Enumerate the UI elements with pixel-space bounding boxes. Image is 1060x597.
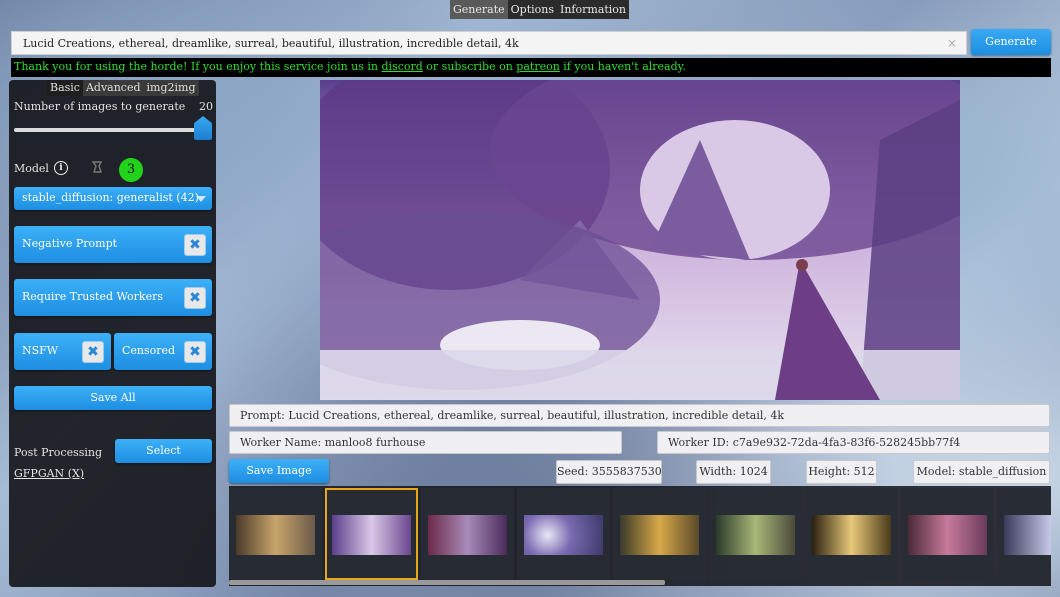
detail-prompt: Prompt: Lucid Creations, ethereal, dream… bbox=[229, 404, 1050, 427]
num-images-value: 20 bbox=[199, 100, 213, 113]
prompt-input[interactable]: Lucid Creations, ethereal, dreamlike, su… bbox=[11, 31, 967, 55]
tab-advanced[interactable]: Advanced bbox=[83, 80, 144, 96]
negative-prompt-box[interactable]: Negative Prompt ✖ bbox=[14, 226, 212, 263]
negative-prompt-label: Negative Prompt bbox=[22, 237, 118, 250]
generate-button[interactable]: Generate bbox=[971, 29, 1051, 55]
negative-prompt-toggle-icon[interactable]: ✖ bbox=[184, 234, 206, 256]
require-trusted-workers-box[interactable]: Require Trusted Workers ✖ bbox=[14, 279, 212, 316]
gallery-thumbnail-selected[interactable] bbox=[325, 488, 418, 580]
notice-text-2: or subscribe on bbox=[422, 60, 517, 73]
gallery-thumbnail[interactable] bbox=[613, 488, 706, 580]
settings-tab-bar: Basic Advanced img2img bbox=[47, 80, 199, 96]
top-tab-bar: Generate Options Information bbox=[450, 0, 630, 19]
gallery-thumbnail[interactable] bbox=[997, 488, 1051, 580]
detail-worker-id: Worker ID: c7a9e932-72da-4fa3-83f6-52824… bbox=[657, 431, 1050, 454]
tab-options[interactable]: Options bbox=[508, 0, 557, 19]
gallery-thumbnail[interactable] bbox=[421, 488, 514, 580]
require-trusted-toggle-icon[interactable]: ✖ bbox=[184, 287, 206, 309]
num-images-label: Number of images to generate bbox=[14, 100, 186, 113]
model-select-value: stable_diffusion: generalist (42) bbox=[22, 191, 199, 204]
detail-width: Width: 1024 bbox=[696, 460, 771, 484]
gallery-scrollbar[interactable] bbox=[229, 580, 665, 585]
gallery-thumbnail[interactable] bbox=[709, 488, 802, 580]
gallery-thumbnail[interactable] bbox=[805, 488, 898, 580]
info-icon[interactable]: i bbox=[54, 161, 68, 175]
detail-height: Height: 512 bbox=[806, 460, 877, 484]
model-status-icon bbox=[90, 160, 104, 174]
num-images-slider-track[interactable] bbox=[14, 128, 206, 132]
notice-banner: Thank you for using the horde! If you en… bbox=[11, 58, 1051, 77]
post-processing-label: Post Processing bbox=[14, 446, 103, 459]
gfpgan-link[interactable]: GFPGAN (X) bbox=[14, 467, 84, 480]
post-processing-select-button[interactable]: Select bbox=[115, 439, 212, 463]
model-select[interactable]: stable_diffusion: generalist (42) bbox=[14, 187, 212, 210]
censored-box[interactable]: Censored ✖ bbox=[114, 333, 212, 370]
gallery-thumbnail[interactable] bbox=[901, 488, 994, 580]
save-all-button[interactable]: Save All bbox=[14, 386, 212, 410]
detail-seed: Seed: 3555837530 bbox=[556, 460, 662, 484]
require-trusted-label: Require Trusted Workers bbox=[22, 290, 164, 303]
gfpgan-label: GFPGAN bbox=[14, 467, 65, 480]
discord-link[interactable]: discord bbox=[382, 60, 423, 73]
model-label: Model bbox=[14, 162, 49, 175]
censored-label: Censored bbox=[122, 344, 176, 357]
censored-toggle-icon[interactable]: ✖ bbox=[184, 341, 206, 363]
gfpgan-remove[interactable]: (X) bbox=[68, 467, 84, 480]
notice-text-3: if you haven't already. bbox=[559, 60, 686, 73]
tab-information[interactable]: Information bbox=[557, 0, 629, 19]
image-gallery bbox=[229, 486, 1051, 586]
generated-image bbox=[320, 80, 960, 400]
model-count-badge: 3 bbox=[119, 158, 143, 182]
nsfw-label: NSFW bbox=[22, 344, 59, 357]
detail-model: Model: stable_diffusion bbox=[913, 460, 1050, 484]
notice-text-1: Thank you for using the horde! If you en… bbox=[14, 60, 382, 73]
tab-basic[interactable]: Basic bbox=[47, 80, 83, 96]
tab-generate[interactable]: Generate bbox=[450, 0, 508, 19]
prompt-input-value[interactable]: Lucid Creations, ethereal, dreamlike, su… bbox=[23, 37, 519, 50]
patreon-link[interactable]: patreon bbox=[516, 60, 560, 73]
chevron-down-icon bbox=[196, 196, 206, 202]
clear-icon[interactable]: × bbox=[947, 36, 957, 50]
save-image-button[interactable]: Save Image bbox=[229, 459, 329, 483]
gallery-thumbnail[interactable] bbox=[229, 488, 322, 580]
tab-img2img[interactable]: img2img bbox=[144, 80, 199, 96]
nsfw-toggle-icon[interactable]: ✖ bbox=[82, 341, 104, 363]
detail-worker-name: Worker Name: manloo8 furhouse bbox=[229, 431, 622, 454]
nsfw-box[interactable]: NSFW ✖ bbox=[14, 333, 111, 370]
gallery-thumbnail[interactable] bbox=[517, 488, 610, 580]
